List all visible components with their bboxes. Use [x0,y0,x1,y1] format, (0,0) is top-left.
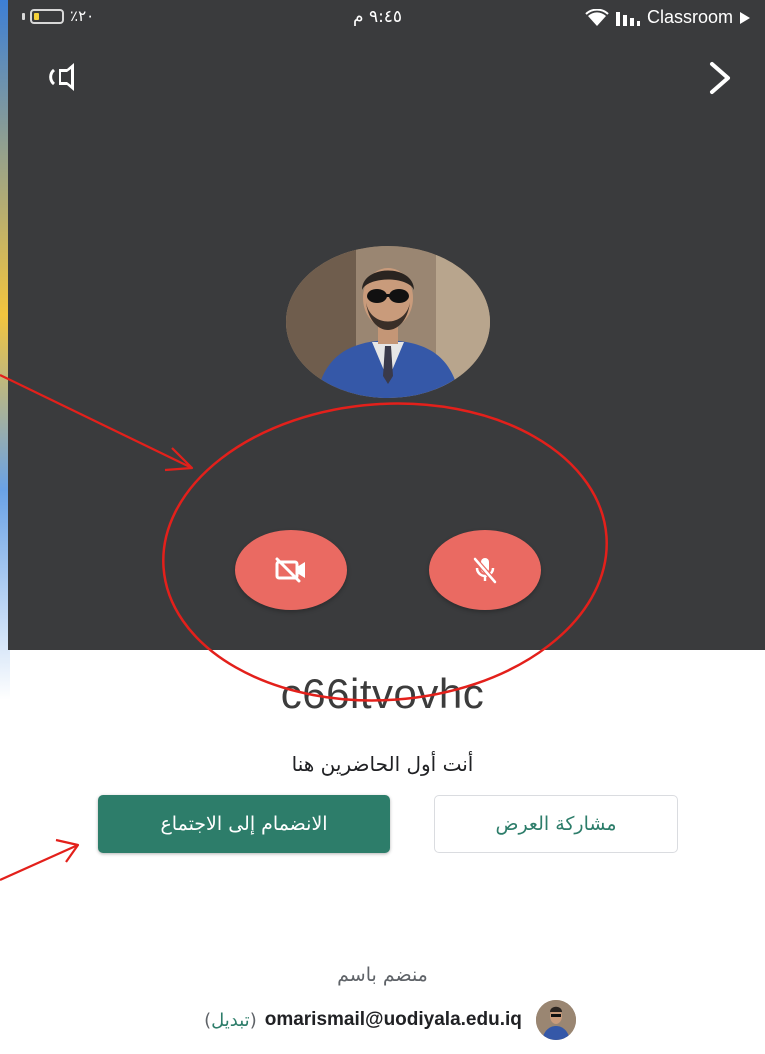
mic-off-icon [472,556,498,585]
battery-percent: ٪٢٠ [70,7,95,25]
chevron-right-icon [710,62,730,94]
battery-nub [22,13,25,20]
battery-icon [30,9,64,24]
status-right: Classroom [585,7,751,28]
meeting-code: c66itvovhc [280,670,485,717]
mic-toggle-button[interactable] [429,530,541,610]
speaker-icon [49,63,74,91]
avatar [286,246,490,398]
profile-photo [286,246,490,398]
switch-account-link[interactable]: تبديل [211,1010,250,1031]
camera-off-icon [275,557,305,583]
switch-paren-close: ) [249,1009,257,1031]
account-avatar [535,1000,576,1040]
account-email: omarismail@uodiyala.edu.iq [264,1009,522,1030]
audio-output-button[interactable] [40,60,80,94]
back-to-app-label[interactable]: Classroom [647,7,733,28]
profile-photo-small [535,1000,576,1040]
annotation-arrowhead-bottom [55,838,80,863]
signal-icon [615,11,640,26]
account-row: (تبديل) omarismail@uodiyala.edu.iq [130,1000,650,1040]
wifi-icon [585,8,609,26]
annotation-arrow-bottom [0,843,79,882]
join-meeting-button[interactable]: الانضمام إلى الاجتماع [98,795,390,853]
joining-as-label: منضم باسم [337,964,428,986]
first-participant-text: أنت أول الحاضرين هنا [291,752,474,776]
camera-toggle-button[interactable] [235,530,347,610]
switch-account: (تبديل) [204,1010,257,1031]
next-button[interactable] [700,56,740,100]
play-icon [740,11,750,24]
status-bar: ٪٢٠ ٩:٤٥ م Classroom [8,0,765,36]
present-button[interactable]: مشاركة العرض [434,795,678,853]
status-time: ٩:٤٥ م [353,7,403,27]
battery-level [34,13,39,20]
